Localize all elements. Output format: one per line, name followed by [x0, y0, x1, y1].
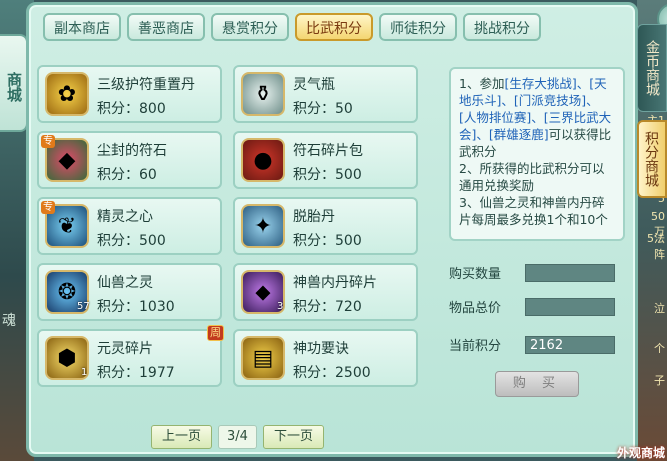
buy-button[interactable]: 购 买: [495, 371, 579, 397]
item-card[interactable]: ❦ 专 精灵之心 积分：500: [37, 197, 222, 255]
item-price: 积分：800: [97, 101, 166, 117]
info-text: 3、仙兽之灵和神兽内丹碎片每周最多兑换1个和10个: [459, 195, 608, 227]
item-price: 积分：500: [97, 233, 166, 249]
item-name: 三级护符重置丹: [97, 77, 195, 93]
item-card[interactable]: ✦ 脱胎丹 积分：500: [233, 197, 418, 255]
prev-page-button[interactable]: 上一页: [151, 425, 213, 449]
item-count: 57: [77, 301, 90, 312]
item-name: 神兽内丹碎片: [293, 275, 377, 291]
item-price: 积分：720: [293, 299, 362, 315]
item-name: 尘封的符石: [97, 143, 167, 159]
item-price: 积分：1977: [97, 365, 175, 381]
appearance-shop-button[interactable]: 外观商城: [611, 421, 667, 461]
bg-text: 5法阵: [647, 232, 665, 261]
item-price: 积分：500: [293, 233, 362, 249]
tab-arena-points[interactable]: 比武积分: [295, 13, 373, 41]
total-row: 物品总价: [449, 297, 615, 316]
item-price: 积分：500: [293, 167, 362, 183]
total-field: [525, 297, 615, 316]
item-name: 仙兽之灵: [97, 275, 153, 291]
item-name: 精灵之心: [97, 209, 153, 225]
exclusive-tag: 专: [41, 135, 55, 148]
red-bag-icon: ●: [241, 138, 285, 182]
item-card[interactable]: ⬥ 3 神兽内丹碎片 积分：720: [233, 263, 418, 321]
next-page-button[interactable]: 下一页: [262, 425, 324, 449]
item-card[interactable]: ⬢ 1 周 元灵碎片 积分：1977: [37, 325, 224, 387]
quantity-row: 购买数量: [449, 263, 615, 282]
bg-text: 泣: [654, 302, 665, 315]
item-count: 3: [277, 301, 284, 312]
item-card[interactable]: ▤ 神功要诀 积分：2500: [233, 329, 418, 387]
info-text: 2、所获得的比武积分可以通用兑换奖励: [459, 161, 605, 193]
current-points-label: 当前积分: [449, 339, 502, 354]
tab-challenge-points[interactable]: 挑战积分: [463, 13, 541, 41]
item-price: 积分：50: [293, 101, 353, 117]
golden-lotus-icon: ✿: [45, 72, 89, 116]
points-info-panel: 1、参加[生存大挑战]、[天地乐斗]、[门派竞技场]、[人物排位赛]、[三界比武…: [449, 67, 625, 241]
appearance-shop-label: 外观商城: [616, 446, 665, 460]
item-name: 灵气瓶: [293, 77, 335, 93]
info-text: 1、参加: [459, 76, 505, 91]
quantity-field[interactable]: [525, 263, 615, 282]
tab-bounty-points[interactable]: 悬赏积分: [211, 13, 289, 41]
bg-text: 魂: [2, 313, 16, 329]
item-card[interactable]: ❂ 57 仙兽之灵 积分：1030: [37, 263, 222, 321]
blue-pill-icon: ✦: [241, 204, 285, 248]
tab-gold-shop[interactable]: 金币商城: [637, 24, 667, 112]
current-points-row: 当前积分 2162: [449, 335, 615, 354]
item-name: 元灵碎片: [97, 341, 153, 357]
item-price: 积分：2500: [293, 365, 371, 381]
total-label: 物品总价: [449, 301, 502, 316]
current-points-field: 2162: [525, 335, 615, 354]
item-count: 1: [81, 367, 88, 378]
item-name: 神功要诀: [293, 341, 349, 357]
quantity-label: 购买数量: [449, 267, 502, 282]
item-card[interactable]: ⚱ 灵气瓶 积分：50: [233, 65, 418, 123]
weekly-limit-badge: 周: [207, 325, 224, 341]
item-name: 符石碎片包: [293, 143, 363, 159]
item-name: 脱胎丹: [293, 209, 335, 225]
shop-window: 副本商店 善恶商店 悬赏积分 比武积分 师徒积分 挑战积分 ✿ 三级护符重置丹 …: [26, 2, 667, 457]
shop-tabs: 副本商店 善恶商店 悬赏积分 比武积分 师徒积分 挑战积分: [43, 13, 541, 41]
item-card[interactable]: ◆ 专 尘封的符石 积分：60: [37, 131, 222, 189]
spirit-bottle-icon: ⚱: [241, 72, 285, 116]
item-price: 积分：60: [97, 167, 157, 183]
item-card[interactable]: ✿ 三级护符重置丹 积分：800: [37, 65, 222, 123]
page-indicator: 3/4: [218, 425, 257, 449]
item-card[interactable]: ● 符石碎片包 积分：500: [233, 131, 418, 189]
pagination: 上一页 3/4 下一页: [151, 425, 324, 449]
tab-dungeon-shop[interactable]: 副本商店: [43, 13, 121, 41]
shop-side-label[interactable]: 商城: [0, 34, 28, 132]
tab-points-shop[interactable]: 积分商城: [637, 120, 667, 198]
golden-book-icon: ▤: [241, 336, 285, 380]
exclusive-tag: 专: [41, 201, 55, 214]
tab-karma-shop[interactable]: 善恶商店: [127, 13, 205, 41]
tab-mentor-points[interactable]: 师徒积分: [379, 13, 457, 41]
bg-text: 子: [654, 374, 665, 387]
item-price: 积分：1030: [97, 299, 175, 315]
bg-text: 个: [654, 342, 665, 355]
